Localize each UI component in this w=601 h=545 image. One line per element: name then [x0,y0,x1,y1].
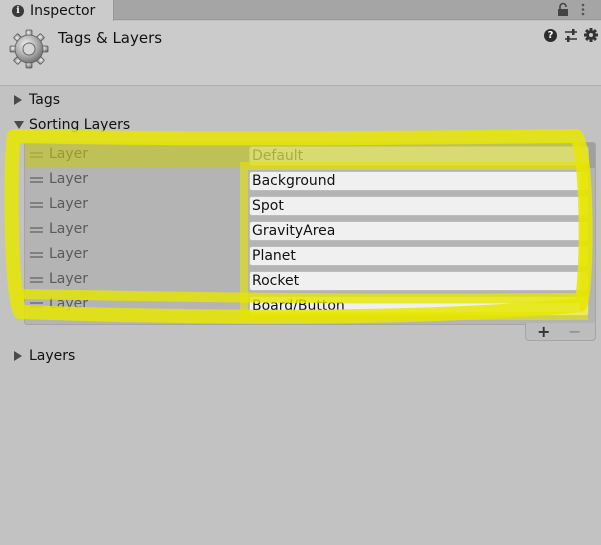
gear-icon [9,29,49,69]
layer-label: Layer [49,146,89,162]
drag-handle-icon[interactable] [30,227,43,234]
info-icon: i [12,4,24,17]
layer-name-field[interactable]: Background [249,171,589,191]
list-item[interactable]: Layer Background [25,168,595,193]
list-footer: + − [525,322,596,341]
tab-inspector[interactable]: i Inspector [0,0,114,21]
drag-handle-icon[interactable] [30,302,43,309]
settings-icon[interactable] [584,28,598,42]
foldout-layers[interactable]: Layers [14,346,75,366]
list-item[interactable]: Layer Default [25,143,595,168]
tab-bar: i Inspector [0,0,601,21]
list-item[interactable]: Layer Spot [25,193,595,218]
layer-label: Layer [49,271,89,287]
chevron-down-icon [14,121,24,129]
foldout-label: Layers [29,348,76,364]
drag-handle-icon[interactable] [30,152,43,159]
layer-label: Layer [49,246,89,262]
drag-handle-icon[interactable] [30,202,43,209]
layer-name-field[interactable]: Rocket [249,271,589,291]
layer-label: Layer [49,171,89,187]
lock-icon[interactable] [557,2,569,17]
layer-label: Layer [49,296,89,312]
list-item[interactable]: Layer Planet [25,243,595,268]
foldout-tags[interactable]: Tags [14,90,60,110]
layer-label: Layer [49,196,89,212]
layer-label: Layer [49,221,89,237]
sorting-layers-list: Layer Default Layer Background Layer Spo… [24,142,596,325]
help-icon[interactable]: ? [544,29,557,42]
add-layer-button[interactable]: + [537,322,550,341]
tab-label: Inspector [30,2,96,19]
layer-name-field[interactable]: GravityArea [249,221,589,241]
more-options-icon[interactable] [578,2,588,17]
drag-handle-icon[interactable] [30,252,43,259]
presets-icon[interactable] [564,28,578,43]
remove-layer-button[interactable]: − [568,322,581,341]
layer-name-field: Default [249,146,589,166]
foldout-label: Tags [29,92,60,108]
drag-handle-icon[interactable] [30,177,43,184]
list-item[interactable]: Layer GravityArea [25,218,595,243]
layer-name-field[interactable]: Planet [249,246,589,266]
drag-handle-icon[interactable] [30,277,43,284]
foldout-sorting-layers[interactable]: Sorting Layers [14,115,130,135]
chevron-right-icon [14,351,22,361]
list-item[interactable]: Layer Rocket [25,268,595,293]
list-item[interactable]: Layer Board/Button [25,293,595,318]
inspector-header: Tags & Layers ? [0,21,601,86]
layer-name-field[interactable]: Spot [249,196,589,216]
layer-name-field[interactable]: Board/Button [249,296,589,316]
foldout-label: Sorting Layers [29,117,131,133]
chevron-right-icon [14,95,22,105]
page-title: Tags & Layers [58,29,163,47]
